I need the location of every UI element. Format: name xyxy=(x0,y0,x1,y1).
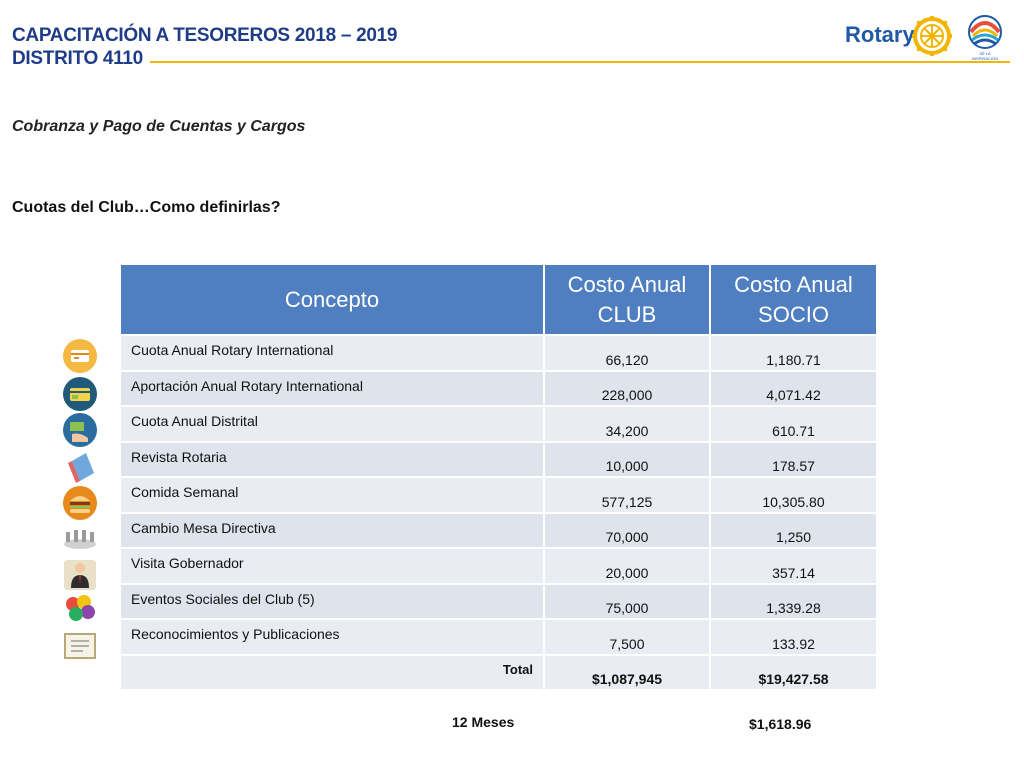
banquet-table-icon xyxy=(64,530,96,549)
total-label: Total xyxy=(121,655,545,691)
cell-costo-socio: 133.92 xyxy=(711,620,876,656)
header-costo-socio: Costo Anual SOCIO xyxy=(711,265,876,336)
total-socio: $19,427.58 xyxy=(711,655,876,691)
cell-concepto: Visita Gobernador xyxy=(121,549,545,585)
total-row: Total $1,087,945 $19,427.58 xyxy=(121,655,876,691)
cell-concepto: Cambio Mesa Directiva xyxy=(121,513,545,549)
cell-concepto: Cuota Anual Rotary International xyxy=(121,336,545,372)
cell-concepto: Cuota Anual Distrital xyxy=(121,407,545,443)
rotary-logo-text: Rotary xyxy=(845,22,915,47)
cell-costo-club: 577,125 xyxy=(545,478,711,514)
table-row: Cuota Anual Rotary International 66,120 1,… xyxy=(121,336,876,372)
monthly-socio-cost: $1,618.96 xyxy=(749,716,812,732)
cell-costo-club: 228,000 xyxy=(545,371,711,407)
cell-costo-socio: 1,339.28 xyxy=(711,584,876,620)
cell-concepto: Eventos Sociales del Club (5) xyxy=(121,584,545,620)
header-concepto: Concepto xyxy=(121,265,545,336)
cell-concepto: Aportación Anual Rotary International xyxy=(121,371,545,407)
table-row: Cuota Anual Distrital 34,200 610.71 xyxy=(121,407,876,443)
table-row: Aportación Anual Rotary International 228… xyxy=(121,371,876,407)
cell-costo-socio: 1,180.71 xyxy=(711,336,876,372)
table-header-row: Concepto Costo Anual CLUB Costo Anual SO… xyxy=(121,265,876,336)
table-row: Comida Semanal 577,125 10,305.80 xyxy=(121,478,876,514)
table-row: Eventos Sociales del Club (5) 75,000 1,339… xyxy=(121,584,876,620)
table-body: Cuota Anual Rotary International 66,120 1,… xyxy=(121,336,876,656)
months-label: 12 Meses xyxy=(452,714,515,730)
cell-concepto: Comida Semanal xyxy=(121,478,545,514)
cell-costo-club: 10,000 xyxy=(545,442,711,478)
hand-payment-icon xyxy=(63,413,97,447)
businessman-icon xyxy=(64,560,96,590)
certificate-icon xyxy=(64,633,96,659)
table-row: Visita Gobernador 20,000 357.14 xyxy=(121,549,876,585)
section-subtitle: Cobranza y Pago de Cuentas y Cargos xyxy=(12,118,306,135)
fees-table: Concepto Costo Anual CLUB Costo Anual SO… xyxy=(121,265,876,691)
cell-costo-club: 66,120 xyxy=(545,336,711,372)
cell-concepto: Reconocimientos y Publicaciones xyxy=(121,620,545,656)
total-club: $1,087,945 xyxy=(545,655,711,691)
cell-costo-socio: 1,250 xyxy=(711,513,876,549)
cell-costo-socio: 357.14 xyxy=(711,549,876,585)
cell-costo-socio: 10,305.80 xyxy=(711,478,876,514)
cell-concepto: Revista Rotaria xyxy=(121,442,545,478)
section-question: Cuotas del Club…Como definirlas? xyxy=(12,199,281,216)
magazine-icon xyxy=(68,453,94,483)
burger-icon xyxy=(63,486,97,520)
cell-costo-socio: 610.71 xyxy=(711,407,876,443)
cell-costo-club: 70,000 xyxy=(545,513,711,549)
payment-card-icon xyxy=(63,377,97,411)
balloons-icon xyxy=(66,595,95,621)
header-divider xyxy=(150,61,1010,63)
theme-badge-caption: SÉ LA INSPIRACIÓN xyxy=(971,51,998,61)
header-costo-club: Costo Anual CLUB xyxy=(545,265,711,336)
presentation-title: CAPACITACIÓN A TESOREROS 2018 – 2019 DIS… xyxy=(12,24,397,70)
table-row: Reconocimientos y Publicaciones 7,500 133.… xyxy=(121,620,876,656)
credit-card-icon xyxy=(63,339,97,373)
cell-costo-club: 34,200 xyxy=(545,407,711,443)
cell-costo-club: 20,000 xyxy=(545,549,711,585)
cell-costo-socio: 4,071.42 xyxy=(711,371,876,407)
table-row: Cambio Mesa Directiva 70,000 1,250 xyxy=(121,513,876,549)
table-row: Revista Rotaria 10,000 178.57 xyxy=(121,442,876,478)
title-line-2: DISTRITO 4110 xyxy=(12,48,143,69)
title-line-1: CAPACITACIÓN A TESOREROS 2018 – 2019 xyxy=(12,25,398,46)
rotary-wheel-icon xyxy=(912,16,952,56)
cell-costo-club: 75,000 xyxy=(545,584,711,620)
cell-costo-socio: 178.57 xyxy=(711,442,876,478)
cell-costo-club: 7,500 xyxy=(545,620,711,656)
